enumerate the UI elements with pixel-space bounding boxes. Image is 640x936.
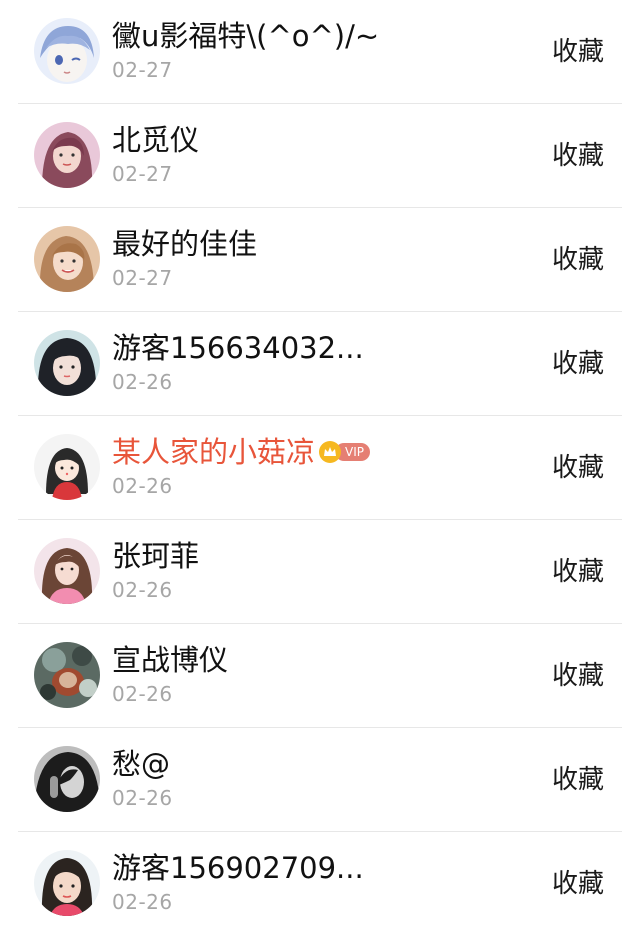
cartoon-avatar-icon (34, 434, 100, 500)
date-label: 02-26 (112, 786, 173, 810)
list-item[interactable]: 游客156634032... 02-26 收藏 (0, 312, 640, 416)
list-item[interactable]: 愁@ 02-26 收藏 (0, 728, 640, 832)
username[interactable]: 北觅仪 (112, 120, 199, 160)
list-item[interactable]: 某人家的小菇凉 VIP 02-26 收藏 (0, 416, 640, 520)
favorite-button[interactable]: 收藏 (552, 864, 604, 904)
username[interactable]: 游客156634032... (112, 328, 364, 368)
user-list: 黴u影福特\(^o^)/~ 02-27 收藏 北觅仪 02-27 收藏 最好的佳… (0, 0, 640, 936)
list-item[interactable]: 最好的佳佳 02-27 收藏 (0, 208, 640, 312)
avatar[interactable] (34, 538, 100, 604)
date-label: 02-27 (112, 162, 173, 186)
date-label: 02-27 (112, 58, 173, 82)
vip-badge: VIP (319, 441, 370, 463)
user-photo-icon (34, 538, 100, 604)
anime-avatar-icon (34, 18, 100, 84)
username[interactable]: 黴u影福特\(^o^)/~ (112, 16, 379, 56)
username[interactable]: 愁@ (112, 744, 170, 784)
date-label: 02-26 (112, 370, 173, 394)
avatar[interactable] (34, 226, 100, 292)
favorite-button[interactable]: 收藏 (552, 448, 604, 488)
crown-icon (319, 441, 342, 463)
avatar[interactable] (34, 18, 100, 84)
date-label: 02-26 (112, 682, 173, 706)
list-item[interactable]: 北觅仪 02-27 收藏 (0, 104, 640, 208)
username[interactable]: 某人家的小菇凉 VIP (112, 432, 370, 472)
avatar[interactable] (34, 850, 100, 916)
user-photo-icon (34, 746, 100, 812)
avatar[interactable] (34, 746, 100, 812)
date-label: 02-26 (112, 474, 173, 498)
favorite-button[interactable]: 收藏 (552, 656, 604, 696)
username[interactable]: 最好的佳佳 (112, 224, 257, 264)
favorite-button[interactable]: 收藏 (552, 760, 604, 800)
user-photo-icon (34, 122, 100, 188)
username[interactable]: 游客156902709... (112, 848, 364, 888)
user-photo-icon (34, 330, 100, 396)
list-item[interactable]: 张珂菲 02-26 收藏 (0, 520, 640, 624)
favorite-button[interactable]: 收藏 (552, 344, 604, 384)
avatar[interactable] (34, 434, 100, 500)
user-photo-icon (34, 642, 100, 708)
username[interactable]: 张珂菲 (112, 536, 199, 576)
user-photo-icon (34, 850, 100, 916)
date-label: 02-27 (112, 266, 173, 290)
list-item[interactable]: 黴u影福特\(^o^)/~ 02-27 收藏 (0, 0, 640, 104)
favorite-button[interactable]: 收藏 (552, 240, 604, 280)
avatar[interactable] (34, 330, 100, 396)
date-label: 02-26 (112, 890, 173, 914)
favorite-button[interactable]: 收藏 (552, 136, 604, 176)
username-text: 某人家的小菇凉 (112, 435, 316, 469)
favorite-button[interactable]: 收藏 (552, 32, 604, 72)
avatar[interactable] (34, 122, 100, 188)
date-label: 02-26 (112, 578, 173, 602)
favorite-button[interactable]: 收藏 (552, 552, 604, 592)
list-item[interactable]: 宣战博仪 02-26 收藏 (0, 624, 640, 728)
username[interactable]: 宣战博仪 (112, 640, 228, 680)
user-photo-icon (34, 226, 100, 292)
avatar[interactable] (34, 642, 100, 708)
list-item[interactable]: 游客156902709... 02-26 收藏 (0, 832, 640, 936)
